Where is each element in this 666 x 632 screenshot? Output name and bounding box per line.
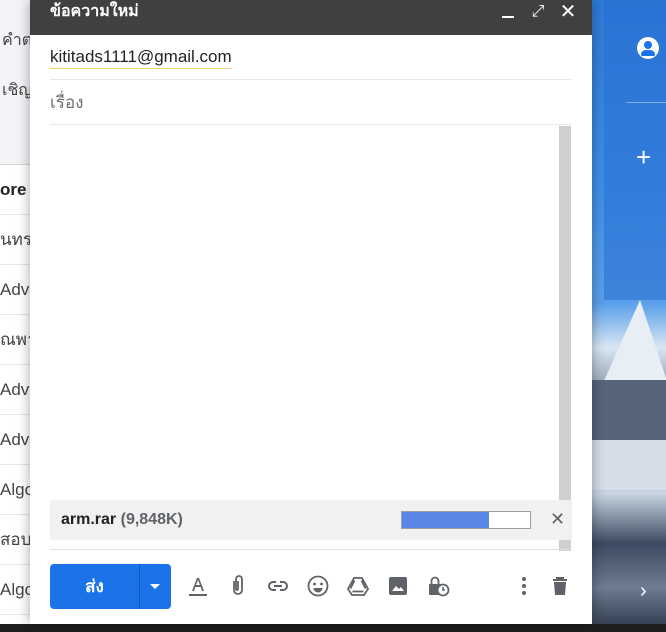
mountain-peak — [600, 300, 666, 390]
message-body[interactable] — [50, 126, 560, 496]
compose-window: ข้อความใหม่ ⤢ ✕ kititads1111@gmail.com a… — [30, 0, 592, 624]
add-addon-icon[interactable]: + — [636, 144, 651, 170]
subject-field — [50, 80, 572, 125]
more-options-icon[interactable] — [512, 574, 536, 598]
upload-progress-fill — [402, 512, 490, 528]
upload-progress-bar — [401, 511, 531, 529]
emoji-icon[interactable] — [306, 574, 330, 598]
confidential-mode-icon[interactable] — [426, 574, 450, 598]
attachment-size: (9,848K) — [120, 511, 183, 528]
close-icon[interactable]: ✕ — [557, 2, 579, 22]
side-panel-divider — [626, 102, 666, 103]
send-options-icon[interactable] — [140, 564, 171, 609]
send-button[interactable]: ส่ง — [50, 564, 139, 609]
toolbar-divider — [50, 549, 572, 550]
mountain-rock — [592, 380, 666, 440]
delete-icon[interactable] — [548, 574, 572, 598]
expand-icon[interactable]: ⤢ — [527, 2, 549, 22]
attachment-row[interactable]: arm.rar (9,848K) ✕ — [50, 500, 572, 540]
chevron-right-icon[interactable]: › — [640, 580, 647, 603]
body-scrollbar[interactable] — [559, 126, 571, 551]
insert-photo-icon[interactable] — [386, 574, 410, 598]
background-top-item: คำต — [2, 32, 33, 49]
recipient-chip[interactable]: kititads1111@gmail.com — [50, 47, 232, 69]
mountain-snow — [592, 440, 666, 490]
background-scenery: + › — [592, 0, 666, 632]
compose-title: ข้อความใหม่ — [50, 3, 139, 20]
taskbar-strip — [0, 624, 666, 632]
attach-file-icon[interactable] — [226, 574, 250, 598]
format-text-icon[interactable] — [186, 574, 210, 598]
to-field[interactable]: kititads1111@gmail.com — [50, 35, 572, 80]
minimize-icon[interactable] — [497, 2, 519, 22]
attachment-name: arm.rar — [61, 511, 117, 528]
send-button-group: ส่ง — [50, 564, 171, 609]
subject-input[interactable] — [50, 90, 550, 116]
background-top-item: เชิญ — [2, 82, 32, 99]
contacts-icon[interactable] — [637, 37, 659, 59]
compose-header[interactable]: ข้อความใหม่ ⤢ ✕ — [30, 0, 592, 35]
insert-link-icon[interactable] — [266, 574, 290, 598]
google-drive-icon[interactable] — [346, 574, 370, 598]
remove-attachment-icon[interactable]: ✕ — [550, 509, 565, 530]
